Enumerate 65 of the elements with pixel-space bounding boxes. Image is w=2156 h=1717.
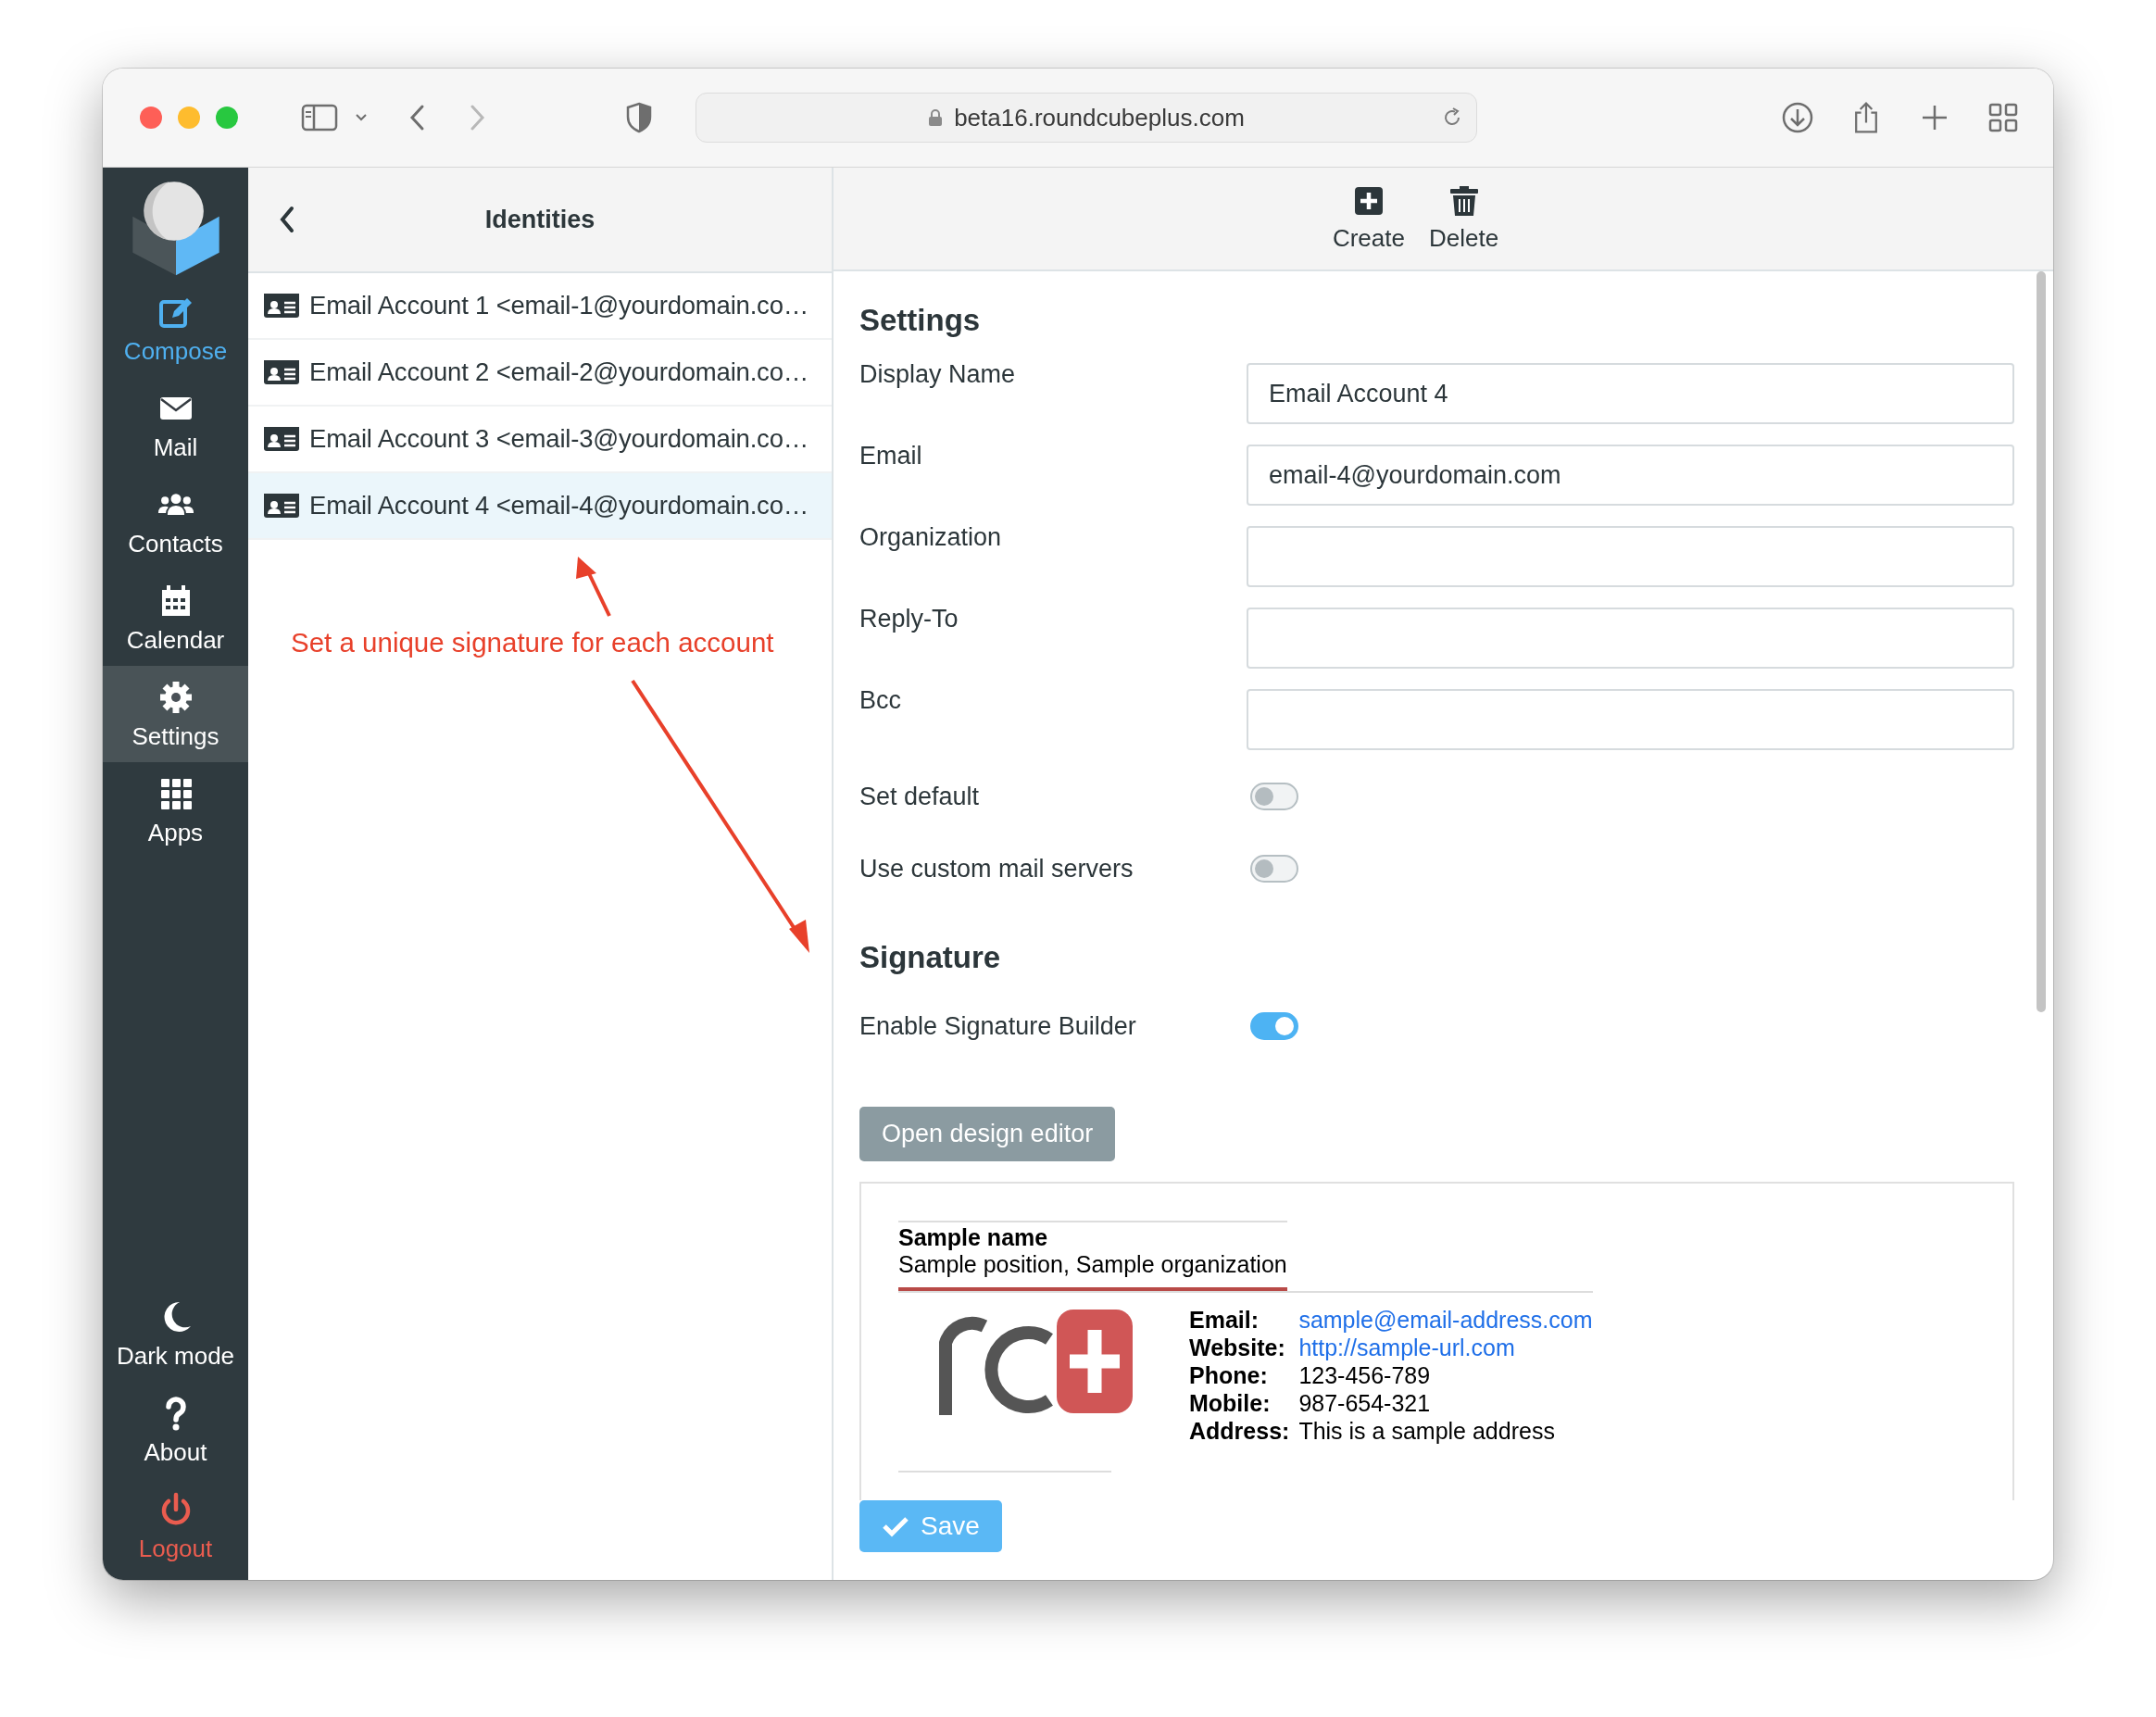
toolbar-button[interactable]: Create [1330,181,1407,257]
text-field[interactable] [1247,689,2014,750]
sidebar-item[interactable]: Dark mode [103,1285,248,1382]
identity-item[interactable]: Email Account 1 <email-1@yourdomain.co… [248,273,832,340]
sidebar-item[interactable]: Apps [103,762,248,858]
sidebar-item[interactable]: Settings [103,666,248,762]
field-label: Email [859,441,923,470]
id-card-icon [263,493,300,519]
plus-square-icon [1352,184,1385,217]
contact-label: Email: [1189,1306,1260,1334]
address-bar[interactable]: beta16.roundcubeplus.com [696,93,1477,143]
field-label: Organization [859,522,1003,552]
text-field[interactable] [1247,526,2014,587]
url-text: beta16.roundcubeplus.com [954,103,1245,132]
id-card-icon [263,426,300,452]
contact-label: Phone: [1189,1361,1269,1389]
scrollbar[interactable] [2037,271,2046,1012]
sidebar-item[interactable]: Mail [103,377,248,473]
toggle-switch[interactable] [1250,855,1298,883]
field-label: Bcc [859,685,902,715]
id-card-icon [263,359,300,385]
toggle-switch[interactable] [1250,1012,1298,1040]
id-card-icon [263,293,300,319]
contact-link[interactable]: sample@email-address.com [1298,1306,1593,1334]
sidebar-item[interactable]: About [103,1382,248,1478]
chevron-down-icon[interactable] [355,113,368,122]
check-icon [882,1515,909,1537]
contact-label: Address: [1189,1417,1290,1445]
minimize-button[interactable] [178,107,200,129]
contact-value: 987-654-321 [1298,1389,1432,1417]
trash-icon [1448,184,1480,217]
field-label: Set default [859,782,981,811]
contact-value: 123-456-789 [1298,1361,1432,1389]
identity-item[interactable]: Email Account 4 <email-4@yourdomain.co… [248,473,832,540]
text-field[interactable]: Email Account 4 [1247,363,2014,424]
text-field[interactable]: email-4@yourdomain.com [1247,445,2014,506]
signature-name: Sample name [898,1224,1049,1251]
panel-title: Identities [484,205,595,234]
sidebar-item[interactable]: Calendar [103,570,248,666]
contact-label: Mobile: [1189,1389,1272,1417]
sidebar-item[interactable]: Compose [103,281,248,377]
lock-icon [928,108,944,127]
contact-label: Website: [1189,1334,1286,1361]
shield-icon[interactable] [625,102,653,133]
section-heading: Settings [859,303,981,338]
download-icon[interactable] [1781,101,1814,134]
field-label: Enable Signature Builder [859,1011,1137,1041]
annotation-text: Set a unique signature for each account [291,627,774,658]
contact-value: This is a sample address [1298,1417,1556,1445]
field-label: Display Name [859,359,1017,389]
identity-item[interactable]: Email Account 2 <email-2@yourdomain.co… [248,340,832,407]
close-button[interactable] [140,107,162,129]
text-field[interactable] [1247,608,2014,669]
toolbar-button[interactable]: Delete [1426,181,1501,257]
sidebar-icon[interactable] [301,104,338,132]
sidebar-item[interactable]: Contacts [103,473,248,570]
signature-position: Sample position, Sample organization [898,1251,1287,1278]
field-label: Reply-To [859,604,959,633]
field-label: Use custom mail servers [859,854,1134,884]
back-icon[interactable] [278,205,296,234]
toggle-switch[interactable] [1250,783,1298,810]
tabs-grid-icon[interactable] [1987,101,2020,134]
contact-link[interactable]: http://sample-url.com [1298,1334,1593,1361]
section-heading: Signature [859,940,1001,975]
zoom-button[interactable] [216,107,238,129]
